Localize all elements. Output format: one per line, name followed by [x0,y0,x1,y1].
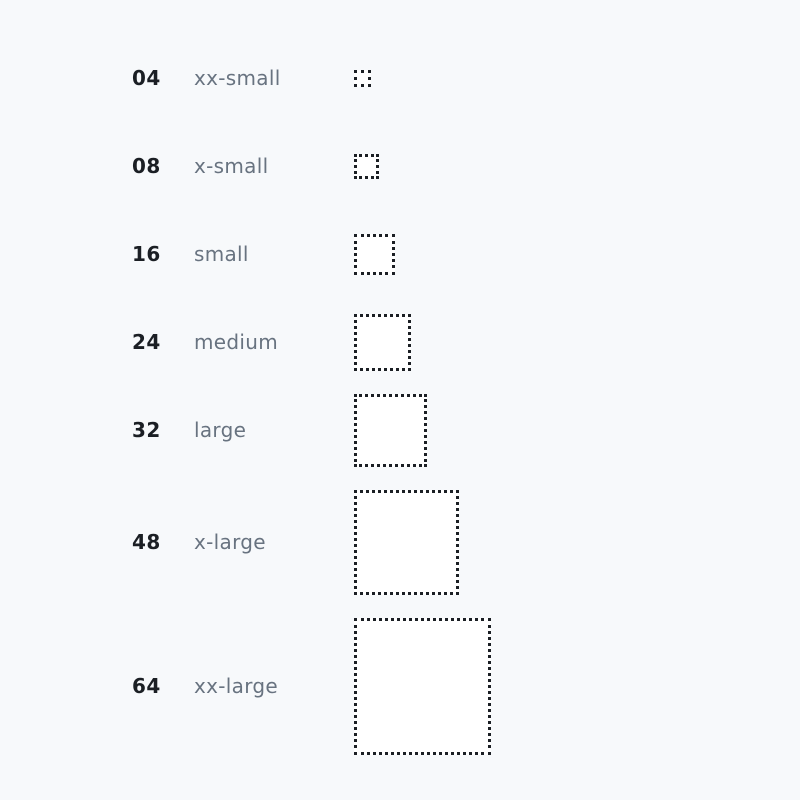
size-name: xx-small [194,66,281,90]
size-value: 08 [132,154,161,178]
size-swatch [354,154,379,179]
size-value: 32 [132,418,161,442]
size-value: 64 [132,674,161,698]
size-swatch [354,70,371,87]
size-swatch [354,394,427,467]
size-value: 48 [132,530,161,554]
size-swatch [354,314,411,371]
size-swatch [354,618,491,755]
size-name: x-large [194,530,266,554]
size-value: 16 [132,242,161,266]
size-name: x-small [194,154,269,178]
size-name: large [194,418,247,442]
size-name: xx-large [194,674,278,698]
size-swatch [354,490,459,595]
size-value: 04 [132,66,161,90]
size-value: 24 [132,330,161,354]
size-name: medium [194,330,278,354]
size-swatch [354,234,395,275]
size-name: small [194,242,249,266]
